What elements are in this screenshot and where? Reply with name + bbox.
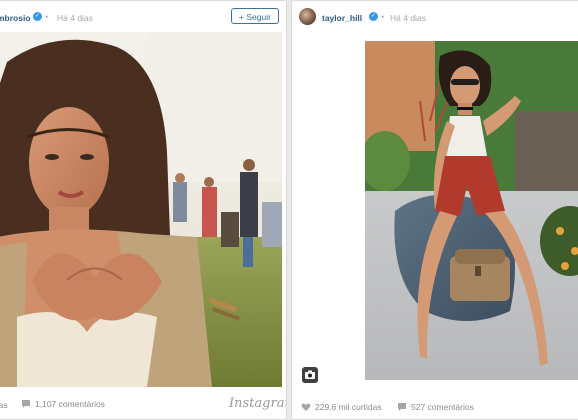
post-card-alessandra: mbrosio ✓ • Há 4 dias + Seguir s 1,107 c… bbox=[0, 0, 287, 420]
likes-stat[interactable]: 229.6 mil curtidas bbox=[301, 402, 382, 412]
comments-count: 527 comentários bbox=[411, 402, 474, 412]
comments-count: 1,107 comentários bbox=[35, 399, 105, 409]
likes-count: 229.6 mil curtidas bbox=[315, 402, 382, 412]
post-header: taylor_hill ✓ • Há 4 dias bbox=[292, 1, 578, 33]
separator-dot: • bbox=[45, 12, 49, 22]
heart-icon bbox=[301, 403, 311, 411]
separator-dot: • bbox=[381, 12, 385, 22]
follow-button[interactable]: + Seguir bbox=[231, 8, 279, 24]
post-photo-image bbox=[0, 32, 282, 387]
post-header: mbrosio ✓ • Há 4 dias + Seguir bbox=[0, 1, 286, 33]
username-link[interactable]: mbrosio bbox=[0, 13, 31, 23]
username-link[interactable]: taylor_hill bbox=[322, 13, 362, 23]
comment-bubble-icon bbox=[22, 400, 30, 408]
comments-stat[interactable]: 1,107 comentários bbox=[21, 399, 105, 409]
post-time[interactable]: Há 4 dias bbox=[390, 13, 426, 23]
likes-count[interactable]: das bbox=[0, 400, 8, 410]
verified-badge-icon: ✓ bbox=[369, 12, 378, 21]
post-time[interactable]: Há 4 dias bbox=[57, 13, 93, 23]
camera-icon bbox=[302, 367, 318, 383]
instagram-logo[interactable]: Instagram bbox=[229, 396, 286, 411]
post-photo-image bbox=[365, 41, 578, 380]
post-photo[interactable] bbox=[365, 41, 578, 380]
post-photo[interactable] bbox=[0, 32, 282, 387]
avatar[interactable] bbox=[299, 8, 316, 25]
post-card-taylor: taylor_hill ✓ • Há 4 dias 229.6 mil curt… bbox=[291, 0, 578, 420]
comment-bubble-icon bbox=[398, 403, 406, 411]
verified-badge-icon: ✓ bbox=[33, 12, 42, 21]
comments-stat[interactable]: 527 comentários bbox=[397, 402, 474, 412]
